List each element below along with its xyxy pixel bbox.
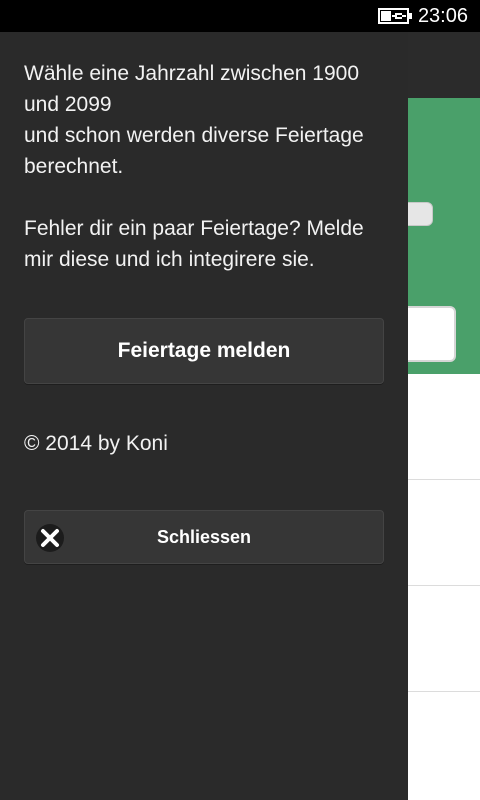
- info-panel: Wähle eine Jahrzahl zwischen 1900 und 20…: [0, 32, 408, 800]
- list-item[interactable]: [408, 374, 480, 480]
- list-item[interactable]: [408, 480, 480, 586]
- close-button-label: Schliessen: [156, 526, 252, 547]
- status-bar: 23:06: [0, 0, 480, 32]
- status-time: 23:06: [417, 5, 468, 27]
- report-holidays-button[interactable]: Feiertage melden: [24, 318, 384, 384]
- close-icon: [36, 524, 64, 552]
- report-holidays-label: Feiertage melden: [117, 339, 291, 362]
- close-button[interactable]: Schliessen: [24, 510, 384, 564]
- list-item[interactable]: [408, 586, 480, 692]
- battery-charging-icon: [378, 8, 412, 24]
- list-item[interactable]: [408, 692, 480, 798]
- copyright-text: © 2014 by Koni: [24, 432, 168, 455]
- info-text: Wähle eine Jahrzahl zwischen 1900 und 20…: [24, 62, 364, 271]
